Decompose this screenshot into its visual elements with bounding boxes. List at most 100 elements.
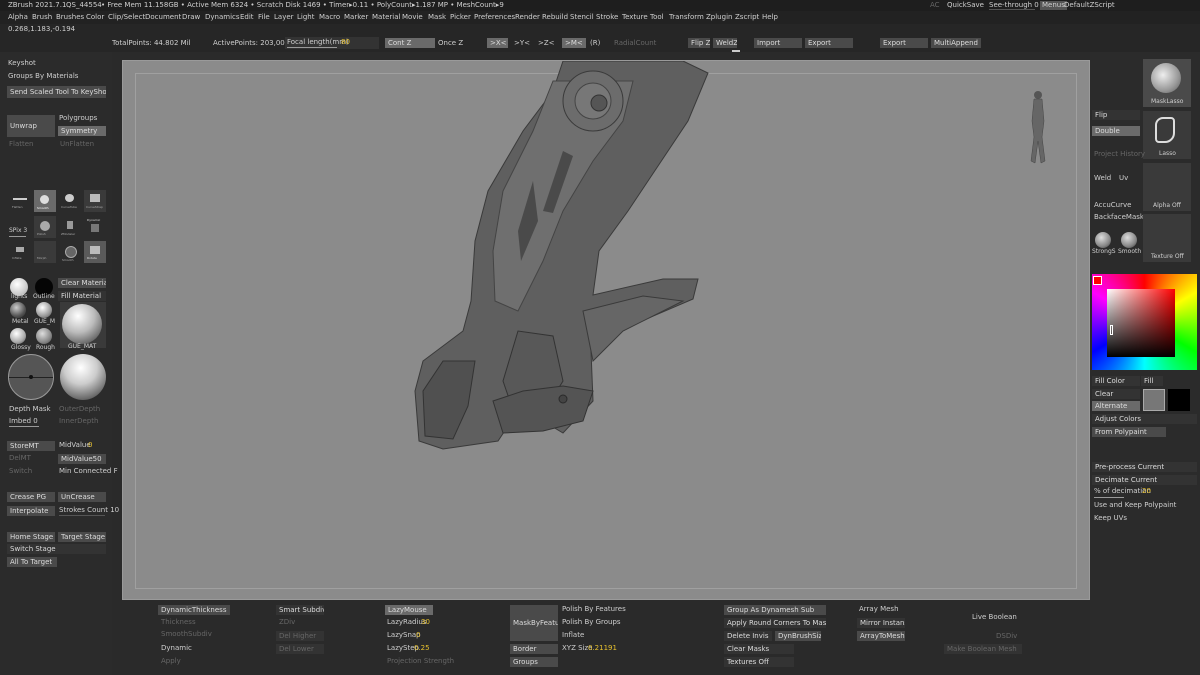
use-keep-polypaint-button[interactable]: Use and Keep Polypaint (1094, 502, 1176, 509)
alpha-off-button[interactable]: Alpha Off (1143, 163, 1191, 211)
inner-depth-slider[interactable]: InnerDepth (59, 418, 98, 425)
delete-invis-button[interactable]: Delete Invis (724, 631, 772, 641)
axis-z-button[interactable]: >Z< (538, 40, 555, 47)
home-stage-button[interactable]: Home Stage (7, 532, 55, 542)
mask-by-feature-button[interactable]: MaskByFeature (510, 605, 558, 641)
brush-rotate[interactable]: Rotate (84, 241, 106, 263)
brush-flatten[interactable]: Flatten (9, 190, 31, 212)
symmetry-button[interactable]: Symmetry (58, 126, 106, 136)
weld-button[interactable]: Weld (1094, 175, 1111, 182)
accucurve-button[interactable]: AccuCurve (1094, 202, 1131, 209)
brush-morph[interactable]: Morph (34, 241, 56, 263)
border-button[interactable]: Border (510, 644, 558, 654)
adjust-colors-button[interactable]: Adjust Colors (1092, 414, 1197, 424)
array-to-mesh-button[interactable]: ArrayToMesh (857, 631, 905, 641)
menu-marker[interactable]: Marker (344, 14, 368, 21)
once-z-button[interactable]: Once Z (438, 40, 463, 47)
from-polypaint-button[interactable]: From Polypaint (1092, 427, 1166, 437)
decimate-current-button[interactable]: Decimate Current (1092, 475, 1197, 485)
decimation-percent-slider[interactable]: % of decimation 20 (1092, 487, 1197, 498)
mid-value-slider[interactable]: MidValue (59, 442, 91, 449)
flatten-button[interactable]: Flatten (9, 141, 34, 148)
brush-smooth-alt[interactable]: Smooth (59, 241, 81, 263)
menu-picker[interactable]: Picker (450, 14, 471, 21)
strokes-count-slider[interactable]: Strokes Count 10 (59, 507, 119, 514)
menu-file[interactable]: File (258, 14, 270, 21)
outer-depth-slider[interactable]: OuterDepth (59, 406, 100, 413)
fill-color-button[interactable]: Fill Color (1092, 376, 1140, 386)
lasso-button[interactable]: Lasso (1143, 111, 1191, 159)
dynamic-button[interactable]: Dynamic (161, 645, 192, 652)
color-picker-saturation[interactable] (1107, 289, 1175, 357)
menu-texture[interactable]: Texture (622, 14, 648, 21)
zdiv-slider[interactable]: ZDiv (279, 619, 295, 626)
clear-material-button[interactable]: Clear Material (58, 278, 106, 288)
live-boolean-button[interactable]: Live Boolean (972, 614, 1017, 621)
menu-dynamics[interactable]: Dynamics (205, 14, 240, 21)
target-stage-button[interactable]: Target Stage (58, 532, 106, 542)
menu-transform[interactable]: Transform (669, 14, 704, 21)
color-picker-hue[interactable] (1092, 274, 1197, 370)
dynamic-thickness-button[interactable]: DynamicThickness (158, 605, 230, 615)
import-button[interactable]: Import (754, 38, 802, 48)
inflate-slider[interactable]: Inflate (562, 632, 584, 639)
axis-y-button[interactable]: >Y< (514, 40, 530, 47)
brush-zmodeler[interactable]: ZModeler (59, 216, 81, 238)
default-zscript-button[interactable]: DefaultZScript (1064, 2, 1115, 9)
interpolate-button[interactable]: Interpolate (7, 506, 55, 516)
menu-color[interactable]: Color (86, 14, 104, 21)
menu-brush[interactable]: Brush (32, 14, 52, 21)
rough-material-swatch[interactable] (36, 328, 52, 344)
export-subtool-button[interactable]: Export (880, 38, 928, 48)
menu-stencil[interactable]: Stencil (570, 14, 594, 21)
masklasso-button[interactable]: MaskLasso (1143, 59, 1191, 107)
mirror-instans-button[interactable]: Mirror Instans (857, 618, 905, 628)
dsdiv-slider[interactable]: DSDiv (996, 633, 1017, 640)
menu-draw[interactable]: Draw (182, 14, 200, 21)
multiappend-button[interactable]: MultiAppend (931, 38, 981, 48)
del-mt-button[interactable]: DelMT (9, 455, 31, 462)
apply-round-corners-button[interactable]: Apply Round Corners To Mask (724, 618, 826, 628)
flip-button[interactable]: Flip (1092, 110, 1140, 120)
fill-button[interactable]: Fill (1141, 376, 1163, 386)
quicksave-button[interactable]: QuickSave (947, 2, 984, 9)
menu-zscript[interactable]: Zscript (735, 14, 759, 21)
primary-color-swatch[interactable] (1168, 389, 1190, 411)
menu-document[interactable]: Document (145, 14, 181, 21)
current-material-preview[interactable] (60, 302, 106, 348)
secondary-color-swatch[interactable] (1143, 389, 1165, 411)
menu-zplugin[interactable]: Zplugin (706, 14, 732, 21)
apply-button[interactable]: Apply (161, 658, 181, 665)
menu-preferences[interactable]: Preferences (474, 14, 515, 21)
brush-curvestrap[interactable]: CurveStrap (84, 190, 106, 212)
canvas-viewport[interactable] (122, 60, 1090, 600)
del-lower-button[interactable]: Del Lower (276, 644, 324, 654)
smooth-icon[interactable] (1121, 232, 1137, 248)
texture-off-button[interactable]: Texture Off (1143, 214, 1191, 262)
menus-button[interactable]: Menus (1040, 1, 1067, 10)
depth-mask-preview[interactable] (8, 354, 54, 400)
clear-masks-button[interactable]: Clear Masks (724, 644, 794, 654)
weld-z-button[interactable]: WeldZ (713, 38, 737, 48)
groups-button[interactable]: Groups (510, 657, 558, 667)
min-connected-slider[interactable]: Min Connected F (59, 468, 118, 475)
preprocess-current-button[interactable]: Pre-process Current (1092, 462, 1197, 472)
menu-rebuild[interactable]: Rebuild (542, 14, 568, 21)
menu-brushes[interactable]: Brushes (56, 14, 84, 21)
switch-stage-button[interactable]: Switch Stage (7, 544, 106, 554)
menu-stroke[interactable]: Stroke (596, 14, 618, 21)
uv-button[interactable]: Uv (1119, 175, 1128, 182)
menu-clip-select[interactable]: Clip/Select (108, 14, 145, 21)
store-mt-button[interactable]: StoreMT (7, 441, 55, 451)
menu-material[interactable]: Material (372, 14, 400, 21)
see-through-slider[interactable]: See-through 0 (989, 2, 1039, 9)
backface-mask-button[interactable]: BackfaceMask (1094, 214, 1144, 221)
brush-dynamic[interactable]: Dynamic (84, 216, 106, 238)
groups-by-materials-button[interactable]: Groups By Materials (8, 73, 78, 80)
gue-m-material-swatch[interactable] (36, 302, 52, 318)
double-button[interactable]: Double (1092, 126, 1140, 136)
menu-alpha[interactable]: Alpha (8, 14, 28, 21)
unwrap-button[interactable]: Unwrap (7, 115, 55, 137)
menu-layer[interactable]: Layer (274, 14, 294, 21)
glossy-material-swatch[interactable] (10, 328, 26, 344)
